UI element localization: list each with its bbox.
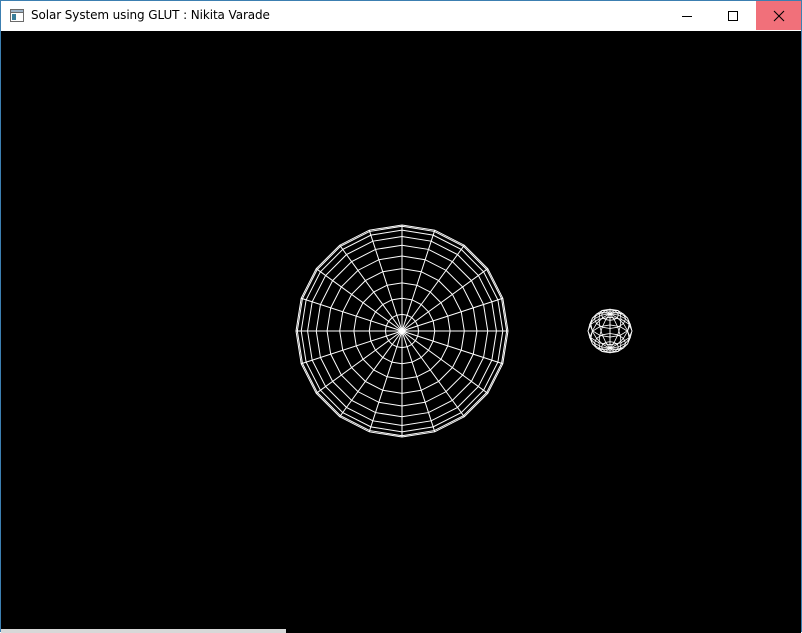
- meridian-line: [315, 268, 403, 332]
- window-title: Solar System using GLUT : Nikita Varade: [31, 8, 270, 22]
- app-window: Solar System using GLUT : Nikita Varade: [0, 0, 802, 633]
- close-button[interactable]: [756, 1, 801, 30]
- meridian-line: [315, 330, 403, 394]
- meridian-line: [368, 330, 403, 432]
- meridian-line: [368, 230, 403, 332]
- meridian-line: [401, 268, 489, 332]
- meridian-line: [401, 230, 436, 332]
- meridian-line: [301, 330, 403, 365]
- meridian-line: [401, 330, 503, 365]
- sun-wireframe-sphere: [295, 224, 509, 438]
- meridian-line: [401, 330, 489, 394]
- maximize-button[interactable]: [710, 1, 756, 30]
- maximize-icon: [728, 10, 738, 21]
- meridian-line: [401, 297, 503, 332]
- meridian-line: [339, 330, 403, 418]
- scene-svg: [295, 224, 633, 438]
- glut-render-canvas[interactable]: [1, 31, 801, 629]
- app-window-icon: [10, 9, 24, 22]
- close-icon: [773, 10, 784, 21]
- minimize-icon: [682, 15, 692, 17]
- meridian-line: [401, 330, 436, 432]
- minimize-button[interactable]: [664, 1, 710, 30]
- meridian-line: [301, 297, 403, 332]
- bottom-edge-highlight: [1, 629, 286, 633]
- meridian-line: [401, 244, 465, 332]
- meridian-line: [401, 330, 465, 418]
- meridian-line: [339, 244, 403, 332]
- planet-wireframe-sphere: [587, 308, 633, 354]
- title-bar[interactable]: Solar System using GLUT : Nikita Varade: [1, 1, 801, 31]
